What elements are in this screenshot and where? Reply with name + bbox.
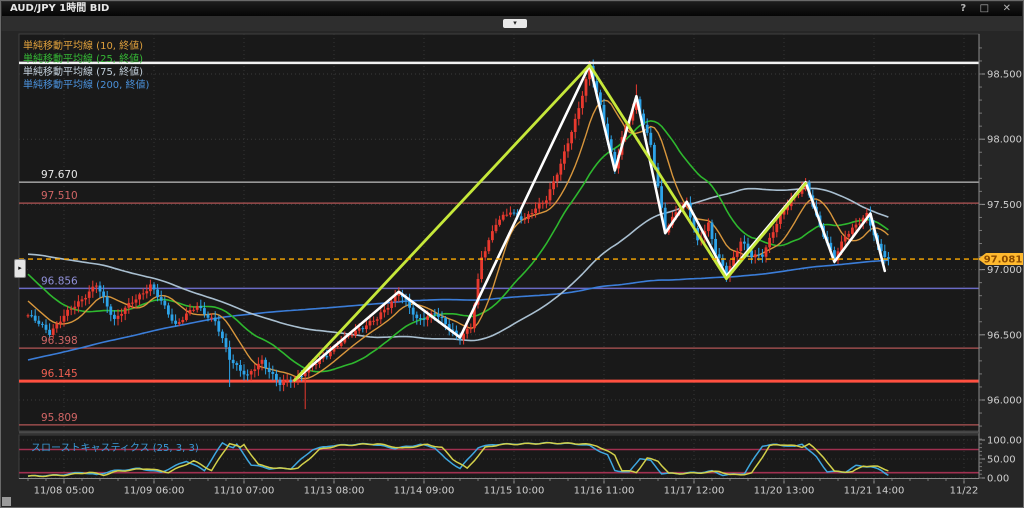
left-panel-expand-button[interactable]: ▸ (14, 259, 26, 278)
y-axis-label: 96.500 (987, 330, 1022, 341)
y-axis-label: 97.000 (987, 265, 1022, 276)
close-button[interactable]: ✕ (1000, 2, 1016, 16)
legend-item-sma75: 単純移動平均線 (75, 終値) (23, 66, 149, 79)
x-axis-label: 11/15 10:00 (484, 486, 545, 497)
ma-legend: 単純移動平均線 (10, 終値) 単純移動平均線 (25, 終値) 単純移動平均… (23, 40, 149, 92)
x-axis-label: 11/22 (950, 486, 979, 497)
x-axis-label: 11/16 11:00 (574, 486, 635, 497)
toolbar-collapse-button[interactable]: ▾ (503, 19, 527, 28)
price-level-label: 96.856 (41, 275, 78, 287)
stochastic-label: スローストキャスティクス (25, 3, 3) (31, 439, 199, 454)
resize-grip[interactable] (2, 497, 11, 506)
price-level-label: 95.809 (41, 412, 78, 424)
current-price-tag-label: 97.081 (984, 255, 1023, 266)
maximize-button[interactable]: □ (977, 2, 994, 16)
chart-canvas[interactable]: 98.500 98.000 97.500 97.000 96.500 96.000 11/0… (1, 31, 1024, 508)
legend-item-sma25: 単純移動平均線 (25, 終値) (23, 53, 149, 66)
price-level-label: 97.510 (41, 190, 78, 202)
x-axis-label: 11/09 06:00 (124, 486, 185, 497)
window-titlebar[interactable]: AUD/JPY 1時間 BID ? □ ✕ (2, 2, 1022, 16)
chevron-right-icon: ▸ (18, 264, 22, 272)
x-axis-label: 11/17 12:00 (664, 486, 725, 497)
y-axis-label: 96.000 (987, 396, 1022, 407)
x-axis-label: 11/13 08:00 (304, 486, 365, 497)
x-axis-label: 11/10 07:00 (214, 486, 275, 497)
stoch-axis-label: 100.00 (987, 436, 1022, 447)
price-level-label: 96.145 (41, 368, 78, 380)
x-axis-label: 11/21 14:00 (844, 486, 905, 497)
chart-window: AUD/JPY 1時間 BID ? □ ✕ ▾ ▸ 単純移動平均線 (10, 終… (0, 0, 1024, 508)
window-title: AUD/JPY 1時間 BID (10, 3, 109, 14)
stoch-axis-label: 50.00 (987, 455, 1016, 466)
price-level-label: 96.398 (41, 335, 78, 347)
y-axis-label: 97.500 (987, 200, 1022, 211)
y-axis-label: 98.000 (987, 135, 1022, 146)
price-level-label: 97.670 (41, 169, 78, 181)
x-axis-label: 11/20 13:00 (754, 486, 815, 497)
toolbar-strip: ▾ (2, 16, 1022, 32)
chevron-down-icon: ▾ (513, 19, 517, 27)
x-axis-label: 11/14 09:00 (394, 486, 455, 497)
legend-item-sma200: 単純移動平均線 (200, 終値) (23, 79, 149, 92)
x-axis-label: 11/08 05:00 (34, 486, 95, 497)
legend-item-sma10: 単純移動平均線 (10, 終値) (23, 40, 149, 53)
help-button[interactable]: ? (957, 2, 971, 16)
stoch-axis-label: 0.00 (987, 474, 1009, 485)
y-axis-label: 98.500 (987, 70, 1022, 81)
chart-plot-area[interactable] (19, 34, 979, 431)
